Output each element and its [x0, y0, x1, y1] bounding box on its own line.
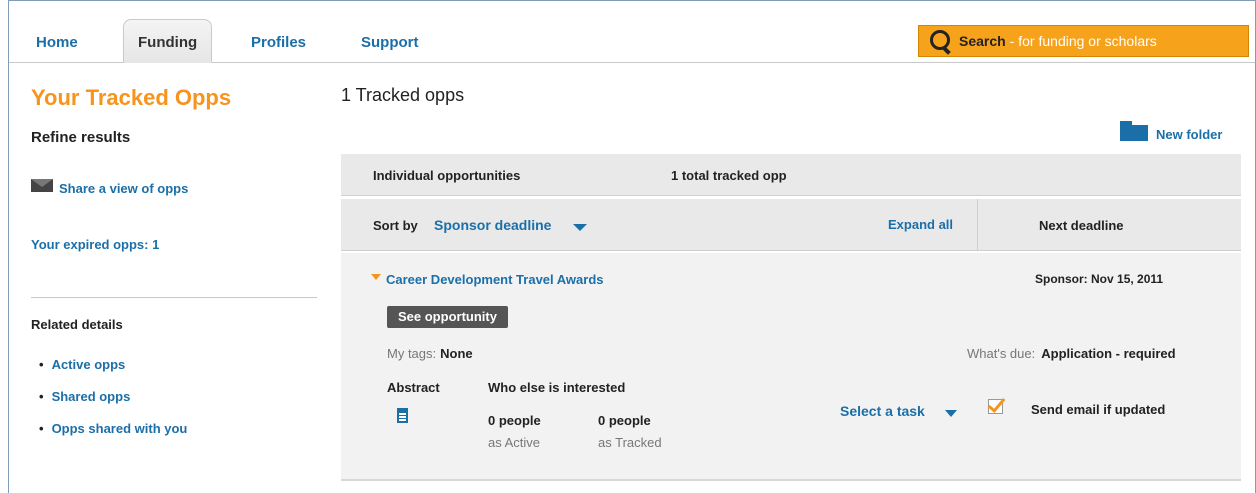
sort-by-label: Sort by — [373, 218, 418, 233]
tab-home[interactable]: Home — [36, 34, 78, 51]
tracked-people-count[interactable]: 0 people — [598, 413, 651, 428]
related-details-heading: Related details — [31, 317, 123, 332]
document-icon[interactable] — [397, 408, 408, 423]
sponsor-label: Sponsor: — [1035, 272, 1088, 286]
share-view-link[interactable]: Share a view of opps — [31, 179, 189, 196]
opportunity-card: Career Development Travel Awards Sponsor… — [341, 253, 1241, 481]
active-people-count[interactable]: 0 people — [488, 413, 541, 428]
opportunity-title-link[interactable]: Career Development Travel Awards — [386, 272, 604, 287]
whats-due-value: Application - required — [1041, 346, 1176, 361]
column-divider — [977, 199, 978, 251]
expand-triangle-icon[interactable] — [371, 274, 381, 280]
top-nav: Home Funding Profiles Support Search - f… — [9, 1, 1255, 63]
app-frame: Home Funding Profiles Support Search - f… — [8, 0, 1256, 493]
next-deadline-header: Next deadline — [1039, 218, 1124, 233]
related-item-active-opps[interactable]: Active opps — [39, 357, 187, 389]
search-button[interactable]: Search - for funding or scholars — [918, 25, 1249, 57]
my-tags-value: None — [440, 346, 473, 361]
tracked-people-label: as Tracked — [598, 435, 662, 450]
expand-all-link[interactable]: Expand all — [888, 217, 953, 232]
share-view-label: Share a view of opps — [59, 181, 189, 196]
sponsor-deadline: Sponsor: Nov 15, 2011 — [1035, 272, 1163, 286]
related-list: Active opps Shared opps Opps shared with… — [39, 357, 188, 453]
whats-due: What's due: Application - required — [967, 346, 1176, 361]
chevron-down-icon[interactable] — [573, 224, 587, 231]
sponsor-date: Nov 15, 2011 — [1091, 272, 1164, 286]
total-tracked-label: 1 total tracked opp — [671, 168, 787, 183]
tab-profiles[interactable]: Profiles — [251, 34, 306, 51]
folder-icon — [1120, 120, 1148, 141]
individual-opps-label: Individual opportunities — [373, 168, 521, 183]
chevron-down-icon[interactable] — [945, 410, 957, 417]
tracked-count-title: 1 Tracked opps — [341, 85, 465, 105]
sidebar-divider — [31, 297, 317, 298]
expired-opps-link[interactable]: Your expired opps: 1 — [31, 237, 159, 252]
envelope-icon — [31, 179, 53, 192]
search-label: Search — [959, 33, 1006, 49]
active-people-label: as Active — [488, 435, 541, 450]
related-item-opps-shared-with-you[interactable]: Opps shared with you — [39, 421, 188, 453]
new-folder-button[interactable]: New folder — [1120, 120, 1223, 142]
new-folder-label: New folder — [1156, 127, 1223, 142]
related-item-shared-opps[interactable]: Shared opps — [39, 389, 187, 421]
see-opportunity-button[interactable]: See opportunity — [387, 306, 508, 328]
send-email-label: Send email if updated — [1031, 402, 1166, 417]
send-email-checkbox[interactable] — [988, 399, 1003, 414]
sort-bar: Sort by Sponsor deadline Expand all Next… — [341, 199, 1241, 251]
tab-funding[interactable]: Funding — [123, 19, 213, 63]
select-task-dropdown[interactable]: Select a task — [840, 403, 925, 419]
my-tags: My tags: None — [387, 346, 473, 361]
my-tags-label: My tags: — [387, 346, 437, 361]
summary-bar: Individual opportunities 1 total tracked… — [341, 154, 1241, 196]
tab-support[interactable]: Support — [361, 34, 419, 51]
who-else-interested-label: Who else is interested — [488, 380, 626, 395]
search-icon — [929, 29, 953, 53]
refine-results-heading: Refine results — [31, 129, 131, 146]
search-hint: - for funding or scholars — [1009, 33, 1157, 49]
sort-dropdown[interactable]: Sponsor deadline — [434, 217, 551, 233]
abstract-label: Abstract — [387, 380, 440, 395]
page-title: Your Tracked Opps — [31, 85, 232, 110]
whats-due-label: What's due: — [967, 346, 1036, 361]
